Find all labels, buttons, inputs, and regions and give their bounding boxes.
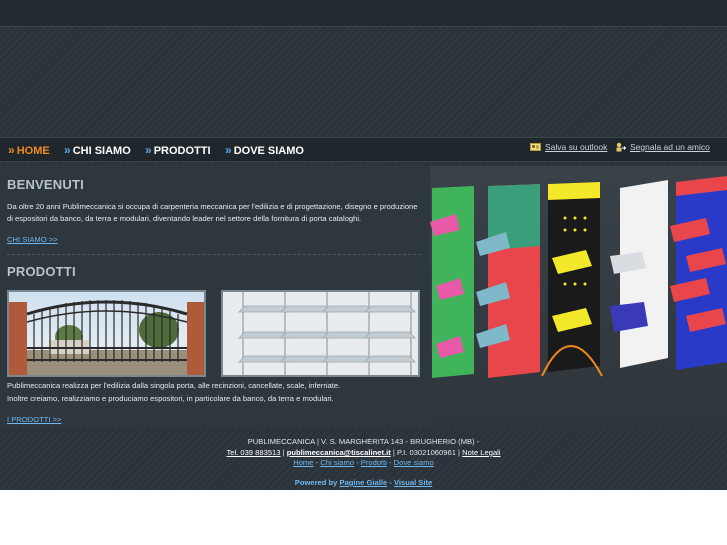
- phone-link[interactable]: Tel. 039 883513: [226, 448, 280, 457]
- chevron-right-icon: »: [225, 143, 232, 157]
- footer-link-prodotti[interactable]: Prodotti: [361, 458, 387, 467]
- nav-chi-siamo[interactable]: » CHI SIAMO: [64, 143, 131, 157]
- nav-home[interactable]: » HOME: [8, 143, 50, 157]
- gate-photo: [7, 290, 206, 377]
- displays-photo: [430, 166, 727, 428]
- chevron-right-icon: »: [145, 143, 152, 157]
- main-content: BENVENUTI Da oltre 20 anni Publimeccanic…: [0, 166, 430, 428]
- welcome-text: Da oltre 20 anni Publimeccanica si occup…: [7, 202, 418, 223]
- products-title: PRODOTTI: [7, 264, 76, 279]
- nav-prodotti[interactable]: » PRODOTTI: [145, 143, 211, 157]
- footer-address: PUBLIMECCANICA | V. S. MARGHERITA 143 - …: [247, 437, 480, 446]
- legal-notes-link[interactable]: Note Legali: [462, 448, 500, 457]
- nav-dove-siamo[interactable]: » DOVE SIAMO: [225, 143, 304, 157]
- welcome-title: BENVENUTI: [7, 177, 84, 192]
- visual-site-link[interactable]: Visual Site: [394, 478, 432, 487]
- footer-nav: Home - Chi siamo - Prodotti - Dove siamo: [293, 458, 434, 467]
- powered-by: Powered by Pagine Gialle - Visual Site: [294, 478, 433, 487]
- prodotti-link[interactable]: I PRODOTTI >>: [7, 415, 61, 424]
- footer-link-dove-siamo[interactable]: Dove siamo: [394, 458, 434, 467]
- footer-contacts: Tel. 039 883513 | publimeccanica@tiscali…: [226, 448, 501, 457]
- products-text-line2: Inoltre creiamo, realizziamo e produciam…: [7, 394, 334, 403]
- save-outlook-link[interactable]: Salva su outlook: [530, 142, 607, 152]
- divider: [7, 254, 421, 255]
- recommend-friend-link[interactable]: Segnala ad un amico: [615, 142, 710, 152]
- pagine-gialle-link[interactable]: Pagine Gialle: [340, 478, 388, 487]
- chevron-right-icon: »: [8, 143, 15, 157]
- footer-link-chi-siamo[interactable]: Chi siamo: [320, 458, 354, 467]
- header-banner: [0, 27, 727, 137]
- shelves-photo: [221, 290, 420, 377]
- page: » HOME » CHI SIAMO » PRODOTTI » DOVE SIAMO S…: [0, 0, 727, 490]
- footer-link-home[interactable]: Home: [293, 458, 313, 467]
- footer: PUBLIMECCANICA | V. S. MARGHERITA 143 - …: [0, 432, 727, 490]
- top-bar: [0, 0, 727, 27]
- contact-card-icon: [530, 143, 541, 151]
- user-share-icon: [616, 142, 626, 152]
- chevron-right-icon: »: [64, 143, 71, 157]
- chi-siamo-link[interactable]: CHI SIAMO >>: [7, 235, 58, 244]
- products-text-line1: Publimeccanica realizza per l'edilizia d…: [7, 381, 341, 390]
- main-nav: » HOME » CHI SIAMO » PRODOTTI » DOVE SIAMO S…: [0, 137, 727, 162]
- email-link[interactable]: publimeccanica@tiscalinet.it: [287, 448, 391, 457]
